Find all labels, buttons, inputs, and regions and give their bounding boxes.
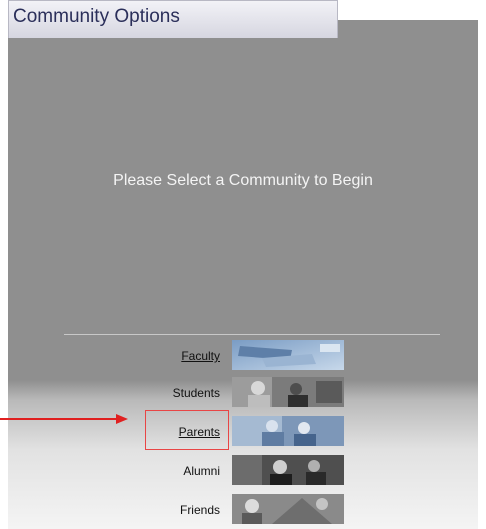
community-row-faculty[interactable]: Faculty [8, 340, 478, 374]
friends-thumbnail-image[interactable] [232, 494, 344, 524]
community-panel: Please Select a Community to Begin Facul… [8, 20, 478, 529]
students-label: Students [172, 386, 220, 400]
alumni-thumbnail-image[interactable] [232, 455, 344, 485]
community-row-students[interactable]: Students [8, 377, 478, 411]
annotation-arrow-icon [0, 414, 128, 424]
alumni-label: Alumni [183, 464, 220, 478]
community-options-tab: Community Options [8, 0, 338, 38]
students-thumbnail-image[interactable] [232, 377, 344, 407]
faculty-thumbnail-image[interactable] [232, 340, 344, 370]
community-row-alumni[interactable]: Alumni [8, 455, 478, 489]
parents-highlight-box [145, 410, 229, 450]
divider [64, 334, 440, 335]
select-community-prompt: Please Select a Community to Begin [113, 172, 373, 189]
friends-label: Friends [179, 503, 220, 517]
page-title: Community Options [13, 6, 180, 27]
parents-thumbnail-image[interactable] [232, 416, 344, 446]
community-row-friends[interactable]: Friends [8, 494, 478, 528]
faculty-link[interactable]: Faculty [181, 349, 220, 363]
